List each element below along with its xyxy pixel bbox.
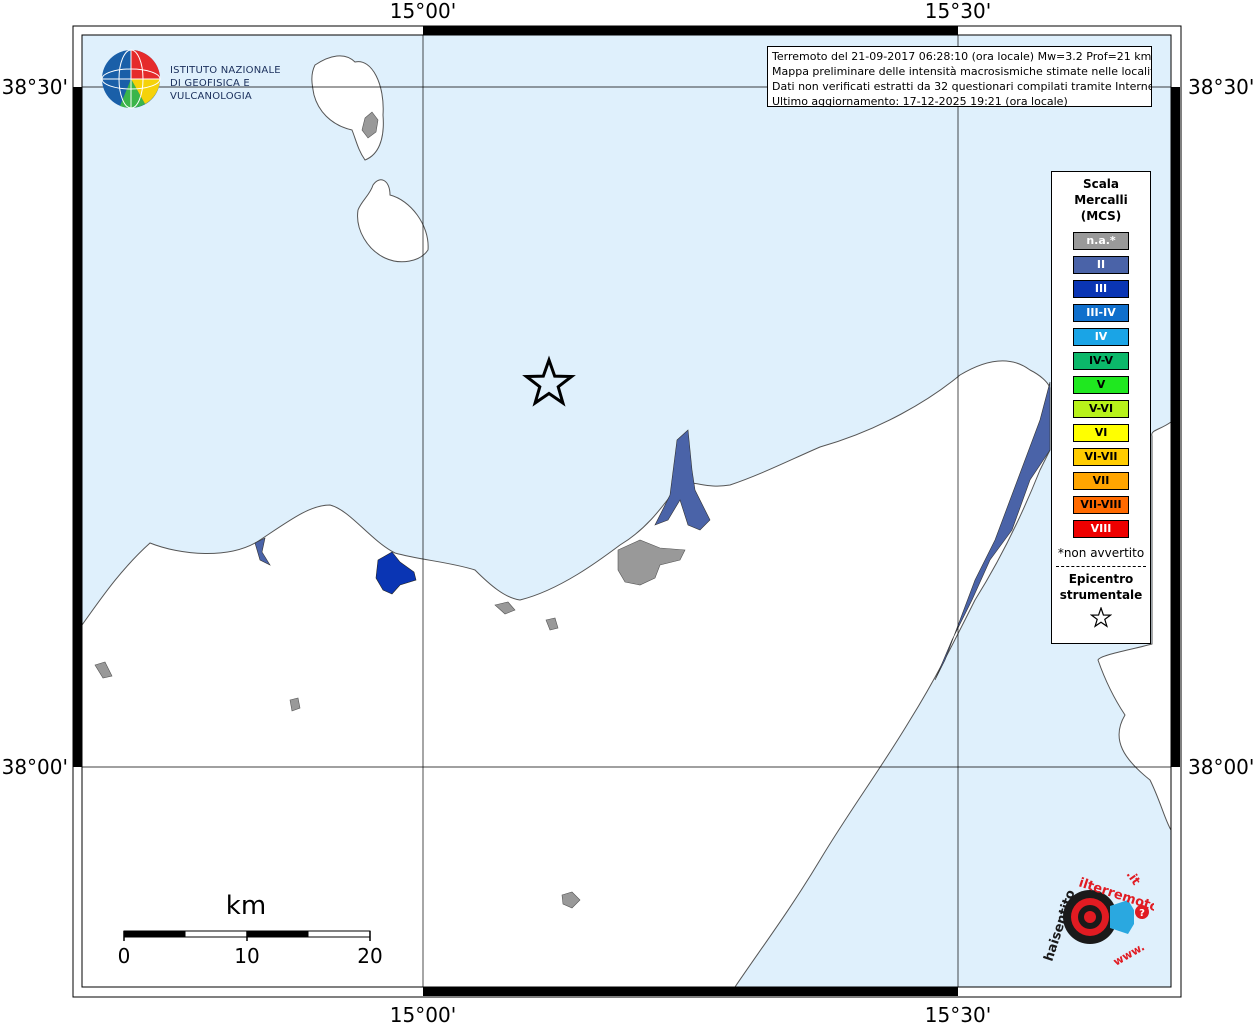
- ingv-logo: ISTITUTO NAZIONALE DI GEOFISICA E VULCAN…: [100, 48, 320, 110]
- frame-band: [73, 87, 82, 767]
- coord-label-left-1: 38°30': [2, 75, 68, 99]
- legend-item: VI: [1073, 424, 1129, 442]
- legend-item: IV: [1073, 328, 1129, 346]
- legend-title-line: Scala: [1082, 177, 1120, 191]
- coord-label-top-2: 15°30': [925, 0, 991, 23]
- legend-item: n.a.*: [1073, 232, 1129, 250]
- scale-label: 20: [357, 944, 382, 968]
- frame-band: [1171, 87, 1180, 767]
- legend-items: n.a.* II III III-IV IV IV-V V V-VI VI VI-VII VII VI…: [1052, 232, 1150, 538]
- legend-star-icon: [1052, 606, 1150, 633]
- scale-label: 0: [118, 944, 131, 968]
- event-info-box: Terremoto del 21-09-2017 06:28:10 (ora l…: [767, 46, 1152, 107]
- frame-band: [423, 987, 958, 996]
- scale-bar: km 0 10 20: [110, 885, 400, 975]
- coord-label-bottom-1: 15°00': [390, 1003, 456, 1024]
- ingv-name-line1: ISTITUTO NAZIONALE: [170, 65, 281, 76]
- legend-item: IV-V: [1073, 352, 1129, 370]
- legend-title-line: Mercalli: [1074, 193, 1128, 207]
- legend-item: V-VI: [1073, 400, 1129, 418]
- watermark-suffix: .it: [1124, 868, 1144, 888]
- legend-title: Scala Mercalli (MCS): [1052, 176, 1150, 224]
- scale-label: 10: [234, 944, 259, 968]
- legend-title-line: (MCS): [1080, 209, 1122, 223]
- legend-epicenter-line: strumentale: [1059, 588, 1143, 602]
- coord-label-right-1: 38°30': [1188, 75, 1254, 99]
- mcs-legend: Scala Mercalli (MCS) n.a.* II III III-IV IV I…: [1051, 171, 1151, 644]
- coord-label-bottom-2: 15°30': [925, 1003, 991, 1024]
- legend-epicenter-line: Epicentro: [1068, 572, 1134, 586]
- frame-band: [423, 26, 958, 35]
- watermark-prefix: www.: [1111, 940, 1147, 968]
- event-info-line: Mappa preliminare delle intensità macros…: [772, 65, 1152, 78]
- legend-epicenter-label: Epicentro strumentale: [1052, 571, 1150, 603]
- legend-item: III: [1073, 280, 1129, 298]
- event-info-line: Ultimo aggiornamento: 17-12-2025 19:21 (…: [772, 95, 1068, 107]
- legend-item: V: [1073, 376, 1129, 394]
- coord-label-right-2: 38°00': [1188, 755, 1254, 779]
- scale-unit: km: [226, 891, 266, 921]
- legend-note: *non avvertito: [1057, 546, 1145, 560]
- legend-item: III-IV: [1073, 304, 1129, 322]
- legend-item: VII: [1073, 472, 1129, 490]
- haisentito-logo: ? haisentito ilterremoto .it www.: [1030, 862, 1161, 976]
- ingv-globe-icon: [101, 49, 161, 109]
- ingv-name-line2: DI GEOFISICA E VULCANOLOGIA: [170, 78, 252, 102]
- legend-item: VI-VII: [1073, 448, 1129, 466]
- coord-label-left-2: 38°00': [2, 755, 68, 779]
- legend-item: II: [1073, 256, 1129, 274]
- legend-divider: [1056, 566, 1146, 567]
- event-info-line: Dati non verificati estratti da 32 quest…: [772, 80, 1152, 93]
- event-info-line: Terremoto del 21-09-2017 06:28:10 (ora l…: [772, 50, 1152, 63]
- legend-item: VII-VIII: [1073, 496, 1129, 514]
- legend-item: VIII: [1073, 520, 1129, 538]
- coord-label-top-1: 15°00': [390, 0, 456, 23]
